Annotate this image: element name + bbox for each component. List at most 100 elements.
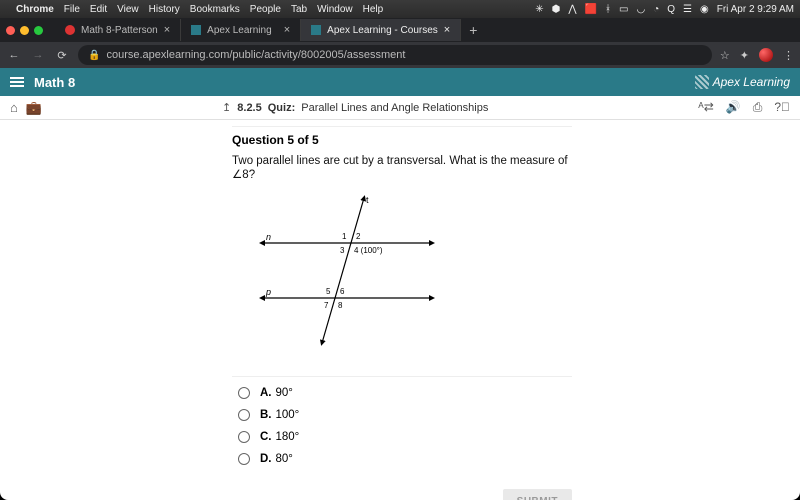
label-p: p — [265, 287, 271, 297]
url-text: course.apexlearning.com/public/activity/… — [106, 49, 405, 61]
maximize-window-icon[interactable] — [34, 26, 43, 35]
choice-letter: A. — [260, 387, 272, 399]
battery-icon: ▭ — [619, 4, 628, 15]
close-tab-icon[interactable]: × — [164, 24, 170, 36]
label-a8: 8 — [338, 301, 343, 310]
back-button[interactable]: ← — [6, 49, 22, 61]
search-icon[interactable]: Q — [667, 4, 675, 15]
home-icon[interactable]: ⌂ — [10, 100, 18, 116]
menu-history[interactable]: History — [149, 4, 180, 15]
reload-button[interactable]: ⟳ — [54, 49, 70, 62]
close-tab-icon[interactable]: × — [284, 24, 290, 36]
activity-title: Parallel Lines and Angle Relationships — [301, 102, 488, 114]
siri-icon[interactable]: ◉ — [700, 4, 709, 15]
label-t: t — [366, 195, 369, 205]
favicon-icon — [65, 25, 75, 35]
menu-people[interactable]: People — [250, 4, 281, 15]
submit-button[interactable]: SUBMIT — [503, 489, 572, 500]
browser-tab[interactable]: Math 8-Patterson × — [55, 19, 181, 41]
translate-icon[interactable]: ᴬ⇄ — [698, 100, 714, 115]
label-a3: 3 — [340, 246, 345, 255]
activity-code: 8.2.5 — [237, 102, 261, 114]
menu-tab[interactable]: Tab — [291, 4, 307, 15]
question-counter: Question 5 of 5 — [232, 126, 572, 147]
print-icon[interactable]: ⎙ — [753, 100, 763, 115]
menu-chrome[interactable]: Chrome — [16, 4, 54, 15]
course-title: Math 8 — [34, 75, 75, 90]
browser-tab[interactable]: Apex Learning × — [181, 19, 301, 41]
flag-icon: 🟥 — [585, 4, 597, 15]
menu-bookmarks[interactable]: Bookmarks — [190, 4, 240, 15]
menubar-clock[interactable]: Fri Apr 2 9:29 AM — [717, 4, 794, 15]
label-n: n — [266, 232, 271, 242]
help-icon[interactable]: ?⃝ — [774, 100, 790, 115]
kebab-menu-icon[interactable]: ⋮ — [783, 49, 794, 62]
profile-avatar[interactable] — [759, 48, 773, 62]
favicon-icon — [191, 25, 201, 35]
extensions-icon[interactable]: ✦ — [740, 49, 749, 62]
radio-icon[interactable] — [238, 453, 250, 465]
label-a1: 1 — [342, 232, 347, 241]
forward-button[interactable]: → — [30, 49, 46, 61]
label-a7: 7 — [324, 301, 329, 310]
apex-header: Math 8 Apex Learning — [0, 68, 800, 96]
status-icon: ⬢ — [552, 4, 561, 15]
menu-file[interactable]: File — [64, 4, 80, 15]
favicon-icon — [311, 25, 321, 35]
breadcrumb-bar: ⌂ 💼 ↥ 8.2.5 Quiz: Parallel Lines and Ang… — [0, 96, 800, 120]
tab-title: Apex Learning — [207, 25, 272, 36]
geometry-figure: t n p 1 2 3 4 (100°) 5 6 7 8 — [242, 193, 462, 353]
label-a2: 2 — [356, 232, 361, 241]
wifi-icon: ◡ — [636, 4, 645, 15]
content-stage: Question 5 of 5 Two parallel lines are c… — [0, 120, 800, 500]
question-prompt: Two parallel lines are cut by a transver… — [232, 155, 572, 181]
star-icon[interactable]: ☆ — [720, 49, 730, 62]
label-a4: 4 (100°) — [354, 246, 383, 255]
status-icon: ✳ — [535, 4, 543, 15]
apex-brand-logo: Apex Learning — [695, 75, 790, 89]
choice-letter: C. — [260, 431, 272, 443]
tab-title: Math 8-Patterson — [81, 25, 158, 36]
window-controls[interactable] — [6, 26, 43, 35]
close-window-icon[interactable] — [6, 26, 15, 35]
menu-help[interactable]: Help — [363, 4, 384, 15]
close-tab-icon[interactable]: × — [444, 24, 450, 36]
browser-toolbar: ← → ⟳ 🔒 course.apexlearning.com/public/a… — [0, 42, 800, 68]
choice-a[interactable]: A.90° — [238, 387, 572, 399]
radio-icon[interactable] — [238, 409, 250, 421]
menu-edit[interactable]: Edit — [90, 4, 107, 15]
clock-icon: ◔ — [653, 4, 659, 15]
address-bar[interactable]: 🔒 course.apexlearning.com/public/activit… — [78, 45, 712, 65]
mac-menubar: Chrome File Edit View History Bookmarks … — [0, 0, 800, 18]
radio-icon[interactable] — [238, 387, 250, 399]
up-arrow-icon[interactable]: ↥ — [222, 101, 231, 114]
prompt-angle: ∠8? — [232, 169, 255, 181]
tab-title: Apex Learning - Courses — [327, 25, 438, 36]
minimize-window-icon[interactable] — [20, 26, 29, 35]
control-center-icon[interactable]: ☰ — [683, 4, 692, 15]
radio-icon[interactable] — [238, 431, 250, 443]
label-a6: 6 — [340, 287, 345, 296]
audio-icon[interactable]: 🔊 — [726, 100, 741, 115]
choice-text: 180° — [276, 431, 300, 443]
new-tab-button[interactable]: + — [461, 22, 485, 38]
choice-d[interactable]: D. 80° — [238, 453, 572, 465]
choice-letter: D. — [260, 453, 272, 465]
bluetooth-icon: ᚼ — [605, 4, 611, 15]
briefcase-icon[interactable]: 💼 — [26, 100, 42, 116]
menu-view[interactable]: View — [117, 4, 139, 15]
browser-tab-strip: Math 8-Patterson × Apex Learning × Apex … — [0, 18, 800, 42]
choice-b[interactable]: B. 100° — [238, 409, 572, 421]
menu-window[interactable]: Window — [317, 4, 353, 15]
browser-tab-active[interactable]: Apex Learning - Courses × — [301, 19, 461, 41]
answer-choices: A.90° B. 100° C. 180° D. 80° — [238, 387, 572, 465]
choice-text: 80° — [276, 453, 293, 465]
prompt-text: Two parallel lines are cut by a transver… — [232, 155, 568, 167]
label-a5: 5 — [326, 287, 331, 296]
choice-letter: B. — [260, 409, 272, 421]
choice-c[interactable]: C. 180° — [238, 431, 572, 443]
hamburger-menu-icon[interactable] — [10, 77, 24, 87]
activity-type: Quiz: — [268, 102, 296, 114]
status-icon: ⋀ — [568, 4, 576, 15]
choice-text: 100° — [276, 409, 300, 421]
